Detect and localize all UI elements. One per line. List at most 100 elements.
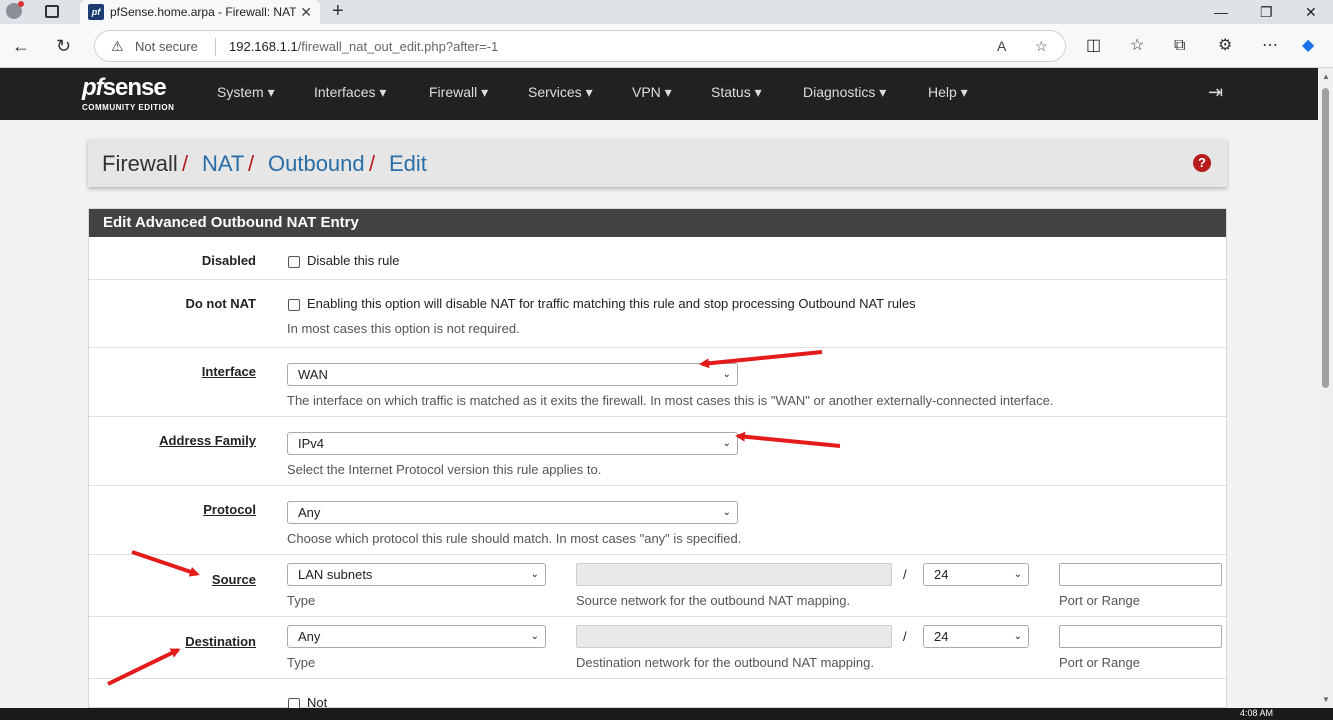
- favorites-icon[interactable]: ☆: [1130, 37, 1144, 55]
- pfsense-navbar: pfsense COMMUNITY EDITION System ▾ Inter…: [0, 68, 1318, 120]
- row-disabled: Disabled Disable this rule: [89, 237, 1226, 280]
- breadcrumb-outbound[interactable]: Outbound: [268, 151, 365, 177]
- warning-icon[interactable]: ⚠: [111, 38, 124, 55]
- url-separator: [215, 38, 216, 56]
- logo-pf: pf: [82, 74, 104, 101]
- source-port-hint: Port or Range: [1059, 593, 1140, 608]
- new-tab-icon[interactable]: +: [332, 0, 344, 22]
- chevron-down-icon: ⌄: [530, 631, 539, 642]
- help-icon[interactable]: ?: [1193, 154, 1211, 172]
- menu-interfaces[interactable]: Interfaces ▾: [314, 83, 386, 101]
- close-window-icon[interactable]: ✕: [1305, 0, 1317, 24]
- row-do-not-nat: Do not NAT Enabling this option will dis…: [89, 280, 1226, 348]
- disable-rule-text[interactable]: Disable this rule: [307, 253, 400, 268]
- destination-port-hint: Port or Range: [1059, 655, 1140, 670]
- destination-network-input[interactable]: [576, 625, 892, 648]
- source-label[interactable]: Source: [212, 572, 256, 587]
- address-family-hint: Select the Internet Protocol version thi…: [287, 462, 602, 477]
- destination-type-select[interactable]: Any ⌄: [287, 625, 546, 648]
- close-tab-icon[interactable]: ✕: [300, 0, 312, 24]
- menu-services[interactable]: Services ▾: [528, 83, 593, 101]
- interface-select[interactable]: WAN ⌄: [287, 363, 738, 386]
- scrollbar-thumb[interactable]: [1322, 88, 1329, 388]
- address-bar-row: ← ↻ ⚠ Not secure 192.168.1.1/firewall_na…: [0, 24, 1333, 68]
- copilot-icon[interactable]: ◆: [1302, 37, 1314, 55]
- logo-edition: COMMUNITY EDITION: [82, 103, 175, 112]
- scroll-up-icon[interactable]: ▲: [1322, 72, 1330, 81]
- panel-title: Edit Advanced Outbound NAT Entry: [89, 209, 1226, 237]
- profile-icon[interactable]: [6, 1, 24, 19]
- protocol-label[interactable]: Protocol: [203, 502, 256, 517]
- destination-network-hint: Destination network for the outbound NAT…: [576, 655, 874, 670]
- pfsense-favicon-icon: pf: [88, 4, 104, 20]
- address-family-value: IPv4: [298, 436, 325, 451]
- row-destination: Destination Any ⌄ Type / 24 ⌄ Destinatio…: [89, 617, 1226, 679]
- minimize-icon[interactable]: —: [1214, 0, 1228, 24]
- destination-type-hint: Type: [287, 655, 316, 670]
- maximize-icon[interactable]: ❐: [1260, 0, 1273, 24]
- source-type-select[interactable]: LAN subnets ⌄: [287, 563, 546, 586]
- menu-vpn[interactable]: VPN ▾: [632, 83, 672, 101]
- menu-system[interactable]: System ▾: [217, 83, 275, 101]
- tab-actions-icon[interactable]: [45, 5, 59, 18]
- destination-mask-value: 24: [934, 629, 949, 644]
- disable-rule-checkbox[interactable]: [288, 256, 300, 268]
- url-field[interactable]: ⚠ Not secure 192.168.1.1/firewall_nat_ou…: [94, 30, 1066, 62]
- menu-help[interactable]: Help ▾: [928, 83, 968, 101]
- source-slash: /: [903, 567, 907, 582]
- page-scrollbar[interactable]: ▲ ▼: [1318, 68, 1333, 708]
- chevron-down-icon: ⌄: [1013, 631, 1022, 642]
- scroll-down-icon[interactable]: ▼: [1322, 695, 1330, 704]
- edit-nat-panel: Edit Advanced Outbound NAT Entry Disable…: [88, 208, 1227, 710]
- chevron-down-icon: ⌄: [530, 569, 539, 580]
- address-family-select[interactable]: IPv4 ⌄: [287, 432, 738, 455]
- collections-icon[interactable]: ⧉: [1174, 37, 1185, 55]
- logout-icon[interactable]: ⇥: [1208, 82, 1223, 103]
- interface-label[interactable]: Interface: [202, 364, 256, 379]
- browser-tab[interactable]: pf pfSense.home.arpa - Firewall: NAT ✕: [80, 0, 320, 24]
- tab-title: pfSense.home.arpa - Firewall: NAT: [110, 5, 297, 19]
- protocol-hint: Choose which protocol this rule should m…: [287, 531, 742, 546]
- row-interface: Interface WAN ⌄ The interface on which t…: [89, 348, 1226, 417]
- read-aloud-icon[interactable]: A: [997, 38, 1006, 54]
- refresh-icon[interactable]: ↻: [56, 34, 71, 58]
- security-label[interactable]: Not secure: [135, 39, 198, 54]
- row-protocol: Protocol Any ⌄ Choose which protocol thi…: [89, 486, 1226, 555]
- more-menu-icon[interactable]: ⋯: [1262, 37, 1278, 55]
- back-icon[interactable]: ←: [12, 34, 30, 58]
- chevron-down-icon: ⌄: [1013, 569, 1022, 580]
- source-type-hint: Type: [287, 593, 316, 608]
- url-host: 192.168.1.1: [229, 39, 298, 54]
- destination-type-value: Any: [298, 629, 321, 644]
- breadcrumb-nat[interactable]: NAT: [202, 151, 244, 177]
- split-screen-icon[interactable]: ◫: [1086, 37, 1101, 55]
- protocol-value: Any: [298, 505, 321, 520]
- breadcrumb-root: Firewall: [102, 151, 178, 176]
- do-not-nat-text[interactable]: Enabling this option will disable NAT fo…: [307, 296, 916, 311]
- destination-label[interactable]: Destination: [185, 634, 256, 649]
- destination-mask-select[interactable]: 24 ⌄: [923, 625, 1029, 648]
- do-not-nat-checkbox[interactable]: [288, 299, 300, 311]
- destination-slash: /: [903, 629, 907, 644]
- breadcrumb: Firewall / NAT / Outbound / Edit ?: [88, 139, 1227, 187]
- menu-status[interactable]: Status ▾: [711, 83, 762, 101]
- chevron-down-icon: ⌄: [722, 369, 731, 380]
- menu-diagnostics[interactable]: Diagnostics ▾: [803, 83, 886, 101]
- source-port-input[interactable]: [1059, 563, 1222, 586]
- browser-tab-bar: pf pfSense.home.arpa - Firewall: NAT ✕ +…: [0, 0, 1333, 24]
- source-network-input[interactable]: [576, 563, 892, 586]
- favorite-star-icon[interactable]: ☆: [1035, 38, 1048, 55]
- chevron-down-icon: ⌄: [722, 438, 731, 449]
- breadcrumb-separator: /: [369, 151, 376, 176]
- extensions-icon[interactable]: ⚙: [1218, 37, 1232, 55]
- address-family-label[interactable]: Address Family: [159, 433, 256, 448]
- logo-sense: sense: [102, 74, 167, 101]
- breadcrumb-edit[interactable]: Edit: [389, 151, 427, 177]
- source-mask-select[interactable]: 24 ⌄: [923, 563, 1029, 586]
- menu-firewall[interactable]: Firewall ▾: [429, 83, 488, 101]
- protocol-select[interactable]: Any ⌄: [287, 501, 738, 524]
- url-text[interactable]: 192.168.1.1/firewall_nat_out_edit.php?af…: [229, 39, 498, 54]
- destination-port-input[interactable]: [1059, 625, 1222, 648]
- pfsense-logo[interactable]: pfsense COMMUNITY EDITION: [82, 74, 174, 112]
- row-address-family: Address Family IPv4 ⌄ Select the Interne…: [89, 417, 1226, 486]
